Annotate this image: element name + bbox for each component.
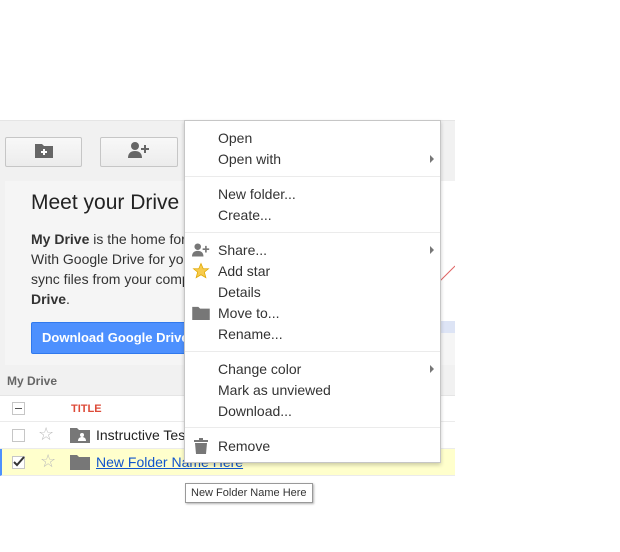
menu-item-rename[interactable]: Rename... xyxy=(185,324,440,345)
desc-line2: With Google Drive for you xyxy=(31,251,192,267)
new-folder-icon xyxy=(34,142,53,163)
menu-divider xyxy=(185,351,440,352)
menu-item-label: Details xyxy=(218,284,261,300)
menu-item-label: New folder... xyxy=(218,186,296,202)
menu-item-label: Add star xyxy=(218,263,271,279)
add-person-icon xyxy=(128,141,150,163)
folder-icon xyxy=(70,454,90,475)
row-name[interactable]: Instructive Test xyxy=(96,427,189,443)
welcome-illustration xyxy=(440,181,455,333)
menu-item-label: Remove xyxy=(218,438,271,454)
menu-item-share[interactable]: Share... xyxy=(185,240,440,261)
tooltip: New Folder Name Here xyxy=(185,483,313,503)
menu-item-remove[interactable]: Remove xyxy=(185,436,440,457)
menu-item-open[interactable]: Open xyxy=(185,128,440,149)
menu-item-label: Move to... xyxy=(218,305,280,321)
menu-item-new-folder[interactable]: New folder... xyxy=(185,184,440,205)
menu-divider xyxy=(185,176,440,177)
desc-line3: sync files from your comp xyxy=(31,271,190,287)
menu-item-download[interactable]: Download... xyxy=(185,401,440,422)
submenu-arrow-icon xyxy=(430,365,434,373)
menu-item-details[interactable]: Details xyxy=(185,282,440,303)
new-folder-button[interactable] xyxy=(5,137,82,167)
context-menu: Open Open with New folder... Create... S… xyxy=(184,120,441,463)
my-drive-bold: My Drive xyxy=(31,231,90,247)
share-button[interactable] xyxy=(100,137,178,167)
menu-item-label: Create... xyxy=(218,207,272,223)
welcome-title: Meet your Drive xyxy=(31,191,180,214)
section-label: My Drive xyxy=(7,374,58,388)
menu-item-label: Mark as unviewed xyxy=(218,382,331,398)
menu-item-label: Change color xyxy=(218,361,302,377)
menu-item-label: Rename... xyxy=(218,326,283,342)
menu-item-label: Download... xyxy=(218,403,292,419)
drive-bold: Drive xyxy=(31,291,67,307)
download-drive-button[interactable]: Download Google Drive xyxy=(31,322,191,354)
menu-item-create[interactable]: Create... xyxy=(185,205,440,226)
submenu-arrow-icon xyxy=(430,155,434,163)
trash-icon xyxy=(192,437,210,455)
menu-item-label: Open xyxy=(218,130,253,146)
select-all-checkbox[interactable] xyxy=(12,402,25,415)
shared-folder-icon xyxy=(70,427,90,448)
desc-line1: is the home for xyxy=(89,231,186,247)
folder-icon xyxy=(192,304,210,322)
star-icon[interactable]: ☆ xyxy=(38,425,54,443)
menu-item-label: Open with xyxy=(218,151,282,167)
menu-item-mark-unviewed[interactable]: Mark as unviewed xyxy=(185,380,440,401)
star-icon xyxy=(192,262,210,280)
row-checkbox-checked[interactable] xyxy=(12,456,25,469)
menu-item-change-color[interactable]: Change color xyxy=(185,359,440,380)
menu-item-label: Share... xyxy=(218,242,268,258)
title-column-header[interactable]: TITLE xyxy=(71,403,102,415)
menu-item-add-star[interactable]: Add star xyxy=(185,261,440,282)
desc-line4: . xyxy=(66,291,70,307)
star-icon[interactable]: ☆ xyxy=(40,452,56,470)
menu-divider xyxy=(185,427,440,428)
menu-item-move-to[interactable]: Move to... xyxy=(185,303,440,324)
add-person-icon xyxy=(192,241,210,259)
row-checkbox[interactable] xyxy=(12,429,25,442)
welcome-description: My Drive is the home for With Google Dri… xyxy=(31,229,191,309)
menu-item-open-with[interactable]: Open with xyxy=(185,149,440,170)
submenu-arrow-icon xyxy=(430,246,434,254)
menu-divider xyxy=(185,232,440,233)
